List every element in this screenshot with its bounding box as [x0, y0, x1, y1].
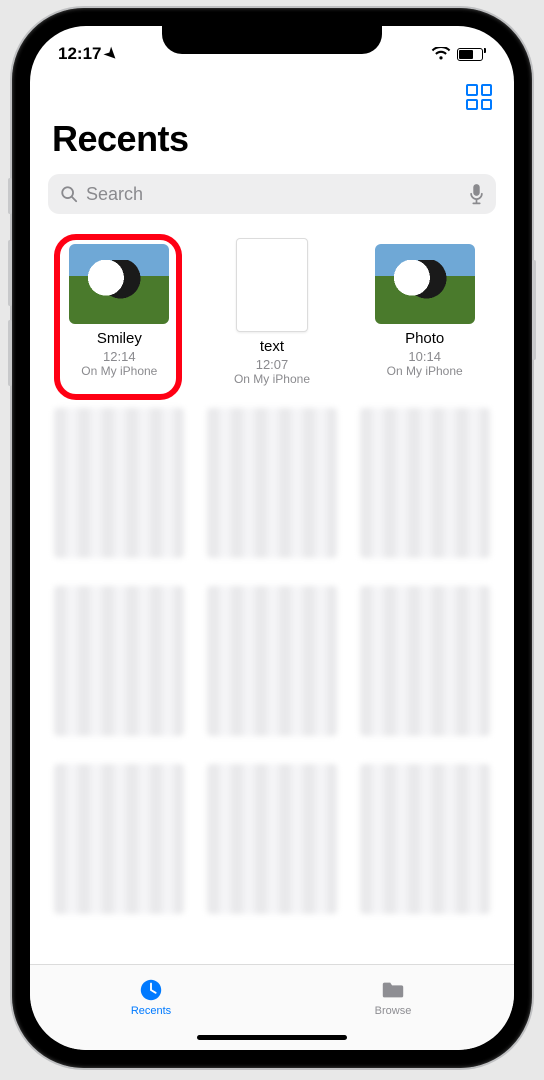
- tab-recents[interactable]: Recents: [30, 965, 272, 1028]
- wifi-icon: [431, 47, 451, 61]
- file-thumbnail: [69, 244, 169, 324]
- file-item-photo[interactable]: Photo 10:14 On My iPhone: [353, 244, 496, 386]
- files-grid: Smiley 12:14 On My iPhone text 12:07 On …: [30, 230, 514, 964]
- redacted-thumbnail: [360, 586, 490, 736]
- search-field[interactable]: [48, 174, 496, 214]
- file-time: 12:14: [103, 349, 136, 364]
- file-time: 12:07: [256, 357, 289, 372]
- mute-switch: [8, 178, 12, 214]
- file-thumbnail: [375, 244, 475, 324]
- redacted-thumbnail: [360, 764, 490, 914]
- file-item-redacted[interactable]: [48, 408, 191, 564]
- file-item-redacted[interactable]: [353, 586, 496, 742]
- page-title: Recents: [30, 114, 514, 174]
- file-location: On My iPhone: [234, 372, 310, 386]
- file-item-redacted[interactable]: [353, 764, 496, 920]
- file-name: Photo: [405, 330, 444, 347]
- volume-up-button: [8, 240, 12, 306]
- file-thumbnail: [236, 238, 308, 332]
- redacted-thumbnail: [54, 408, 184, 558]
- folder-icon: [379, 977, 407, 1003]
- file-item-redacted[interactable]: [201, 586, 344, 742]
- file-name: Smiley: [97, 330, 142, 347]
- tab-label: Browse: [375, 1005, 412, 1017]
- tab-label: Recents: [131, 1005, 171, 1017]
- location-icon: ➤: [101, 43, 123, 65]
- redacted-thumbnail: [207, 764, 337, 914]
- redacted-thumbnail: [54, 764, 184, 914]
- tab-browse[interactable]: Browse: [272, 965, 514, 1028]
- file-item-text[interactable]: text 12:07 On My iPhone: [201, 244, 344, 386]
- redacted-thumbnail: [207, 586, 337, 736]
- search-icon: [60, 185, 78, 203]
- file-item-redacted[interactable]: [48, 586, 191, 742]
- file-item-redacted[interactable]: [201, 764, 344, 920]
- file-item-redacted[interactable]: [48, 764, 191, 920]
- device-frame: 12:17 ➤ Recents: [12, 8, 532, 1068]
- power-button: [532, 260, 536, 360]
- file-name: text: [260, 338, 284, 355]
- view-toggle-grid-icon[interactable]: [466, 84, 492, 110]
- file-time: 10:14: [408, 349, 441, 364]
- redacted-thumbnail: [207, 408, 337, 558]
- search-input[interactable]: [86, 184, 461, 205]
- dictate-icon[interactable]: [469, 183, 484, 204]
- volume-down-button: [8, 320, 12, 386]
- screen: 12:17 ➤ Recents: [30, 26, 514, 1050]
- redacted-thumbnail: [360, 408, 490, 558]
- redacted-thumbnail: [54, 586, 184, 736]
- status-time: 12:17: [58, 44, 101, 64]
- file-location: On My iPhone: [387, 364, 463, 378]
- file-item-redacted[interactable]: [353, 408, 496, 564]
- device-notch: [162, 26, 382, 54]
- clock-icon: [137, 977, 165, 1003]
- file-location: On My iPhone: [81, 364, 157, 378]
- battery-icon: [457, 48, 486, 61]
- file-item-smiley[interactable]: Smiley 12:14 On My iPhone: [48, 244, 191, 386]
- home-indicator[interactable]: [197, 1035, 347, 1040]
- file-item-redacted[interactable]: [201, 408, 344, 564]
